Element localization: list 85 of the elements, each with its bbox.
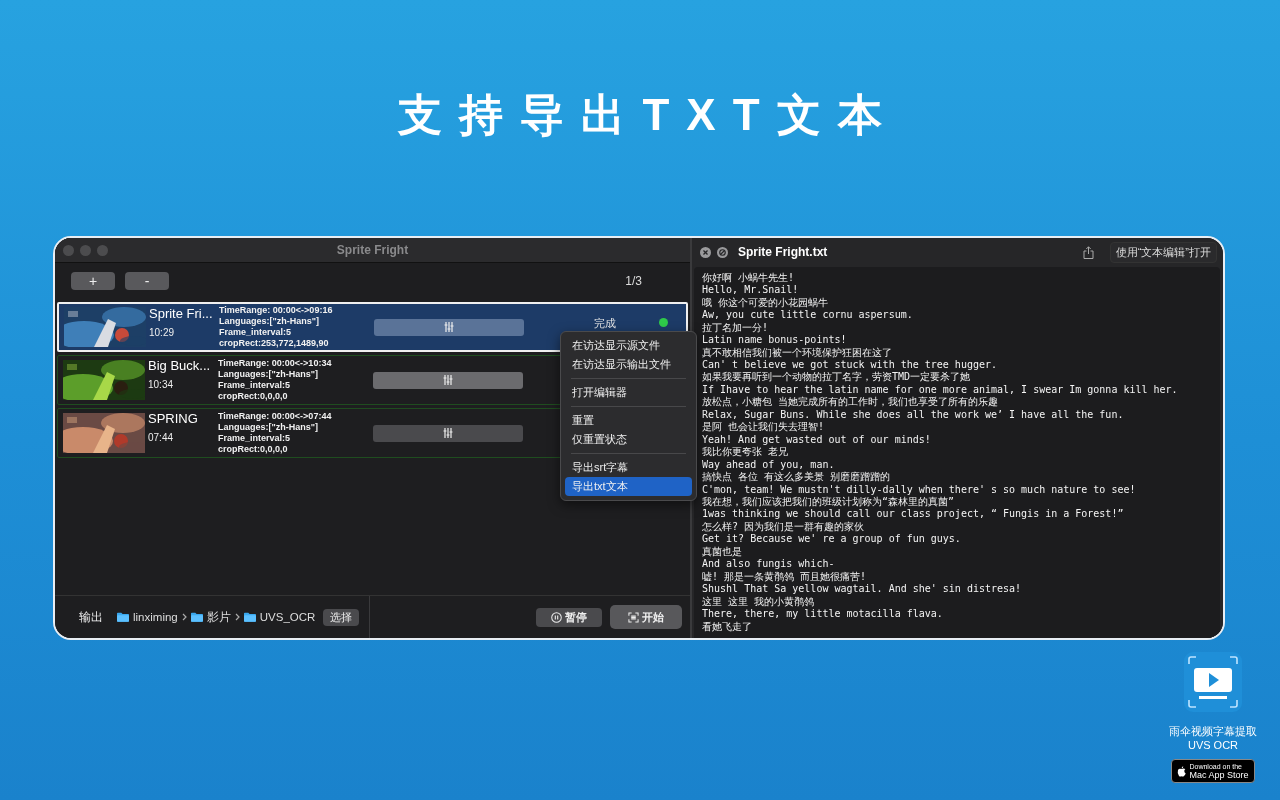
window-title: Sprite Fright xyxy=(336,243,409,257)
choose-button[interactable]: 选择 xyxy=(323,608,360,626)
text-line: 嘘! 那是一条黄鹡鸰 而且她很痛苦! xyxy=(702,570,868,584)
menu-item[interactable]: 导出txt文本 xyxy=(565,477,692,496)
block-icon[interactable] xyxy=(717,246,728,258)
text-line: Can' t believe we got stuck with the tree hugger. xyxy=(702,359,998,371)
job-info: Frame_interval:5 xyxy=(218,380,292,391)
text-line: 我比你更夸张 老兄 xyxy=(702,446,790,459)
job-info: Frame_interval:5 xyxy=(219,327,293,338)
job-info: cropRect:253,772,1489,90 xyxy=(219,338,330,349)
text-line: C'mon, team! We mustn't dilly-dally when there' s so much nature to see! xyxy=(702,483,1137,496)
job-info: cropRect:0,0,0,0 xyxy=(218,444,289,455)
apple-icon xyxy=(1177,765,1187,777)
job-info: TimeRange: 00:00<->10:34 xyxy=(218,358,333,369)
text-line: Get it? Because we' re a group of fun guys. xyxy=(702,533,962,546)
scan-icon xyxy=(628,611,639,623)
headline: 支持导出TXT文本 xyxy=(397,89,899,140)
text-line: And also fungis which- xyxy=(702,558,836,571)
adjust-button[interactable] xyxy=(373,424,523,442)
app-name: 雨伞视频字幕提取 xyxy=(1169,724,1257,739)
text-line: 拉丁名加一分! xyxy=(702,321,770,335)
text-line: If Ihave to hear the latin name for one more animal, I swear Im gonna kill her. xyxy=(702,383,1179,396)
job-info: Languages:["zh-Hans"] xyxy=(219,316,321,327)
remove-button[interactable]: - xyxy=(125,272,169,290)
app-icon[interactable] xyxy=(1184,652,1242,712)
path-item[interactable]: UVS_OCR xyxy=(259,611,316,623)
text-line: 真菌也是 xyxy=(702,545,743,559)
sliders-icon xyxy=(443,375,453,385)
text-line: Yeah! And get wasted out of our minds! xyxy=(702,433,932,446)
text-line: Aw, you cute little cornu aspersum. xyxy=(702,309,914,322)
text-line: 怎么样? 因为我们是一群有趣的家伙 xyxy=(702,520,866,534)
close-icon[interactable] xyxy=(700,246,711,258)
video-duration: 07:44 xyxy=(148,432,175,443)
store-large-text: Mac App Store xyxy=(1189,770,1249,780)
video-name: SPRING xyxy=(148,411,199,426)
text-line: 搞快点 各位 有这么多美景 别磨磨蹭蹭的 xyxy=(702,471,892,484)
text-line: 看她飞走了 xyxy=(702,620,753,633)
file-title: Sprite Fright.txt xyxy=(738,245,828,260)
job-info: cropRect:0,0,0,0 xyxy=(218,391,289,402)
text-line: Relax, Sugar Buns. While she does all the work we’ I have all the fun. xyxy=(702,408,1125,422)
text-line: Shushl That Sa yellow wagtail. And she' sin distresa! xyxy=(702,583,1023,596)
chevron-icon xyxy=(234,613,240,621)
chevron-icon xyxy=(181,613,187,621)
text-line: 你好啊 小蜗牛先生! xyxy=(702,271,796,285)
text-line: 是阿 也会让我们失去理智! xyxy=(702,421,826,434)
text-line: 这里 这里 我的小黄鹡鸰 xyxy=(702,595,816,609)
adjust-button[interactable] xyxy=(373,371,523,389)
folder-icon xyxy=(243,612,256,622)
output-label: 输出 xyxy=(79,608,103,626)
video-duration: 10:34 xyxy=(148,379,175,390)
job-info: TimeRange: 00:00<->09:16 xyxy=(219,305,334,316)
start-button[interactable]: 开始 xyxy=(610,605,682,629)
text-line: There, there, my little motacilla flava. xyxy=(702,608,944,621)
page-counter: 1/3 xyxy=(625,274,642,288)
path-item[interactable]: linximing xyxy=(133,611,178,623)
job-info: Languages:["zh-Hans"] xyxy=(218,422,320,433)
text-line: Way ahead of you, man. xyxy=(702,458,836,471)
add-button[interactable]: + xyxy=(71,272,115,290)
video-name: Big Buck... xyxy=(148,358,212,373)
job-info: TimeRange: 00:00<->07:44 xyxy=(218,411,333,422)
text-line: 如果我要再听到一个动物的拉丁名字，劳资TMD一定要杀了她 xyxy=(702,371,972,384)
menu-item[interactable]: 导出srt字幕 xyxy=(565,458,692,477)
text-line: 哦 你这个可爱的小花园蜗牛 xyxy=(702,296,830,310)
status-text: 完成 xyxy=(594,316,616,331)
app-subtitle: UVS OCR xyxy=(1187,739,1239,751)
pause-icon xyxy=(551,611,562,623)
sliders-icon xyxy=(444,322,454,332)
adjust-button[interactable] xyxy=(374,318,524,336)
text-line: Hello, Mr.Snail! xyxy=(702,284,800,297)
share-icon[interactable] xyxy=(1082,245,1094,259)
job-info: Languages:["zh-Hans"] xyxy=(218,369,320,380)
folder-icon xyxy=(117,612,129,622)
sliders-icon xyxy=(443,428,453,438)
open-with-button[interactable]: 使用“文本编辑”打开 xyxy=(1109,241,1217,263)
folder-icon xyxy=(190,612,203,622)
text-line: Latin name bonus-points! xyxy=(702,334,848,347)
job-info: Frame_interval:5 xyxy=(218,433,292,444)
path-item[interactable]: 影片 xyxy=(206,609,231,625)
pause-button[interactable]: 暂停 xyxy=(536,607,602,627)
text-line: 放松点，小糖包 当她完成所有的工作时，我们也享受了所有的乐趣 xyxy=(702,396,1000,409)
video-name: Sprite Fri... xyxy=(149,306,214,321)
text-line: 真不敢相信我们被一个环境保护狂困在这了 xyxy=(702,346,893,360)
text-line: 1was thinking we should call our class project, “ Fungis in a Forest!” xyxy=(702,508,1125,521)
video-duration: 10:29 xyxy=(149,327,176,338)
text-line: 我在想，我们应该把我们的班级计划称为“森林里的真菌” xyxy=(702,496,956,509)
